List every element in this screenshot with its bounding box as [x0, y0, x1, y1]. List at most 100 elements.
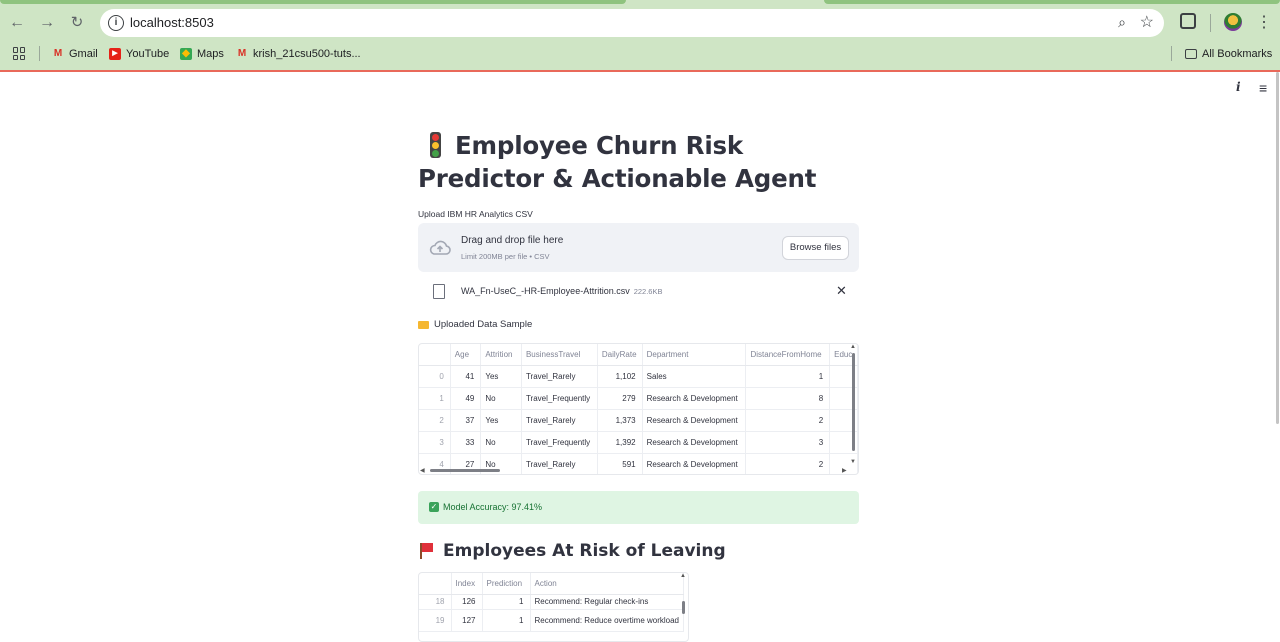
cell-daily-rate[interactable]: 1,373: [597, 409, 643, 432]
cell-department[interactable]: Research & Development: [642, 453, 747, 474]
cell-attrition[interactable]: No: [480, 387, 522, 410]
cell-department[interactable]: Research & Development: [642, 409, 747, 432]
row-index: 19: [419, 609, 452, 632]
scroll-left-arrow-icon[interactable]: ◀: [420, 467, 425, 474]
cell-distance[interactable]: 2: [745, 453, 831, 474]
column-header[interactable]: BusinessTravel: [521, 344, 598, 366]
column-header[interactable]: Prediction: [482, 573, 531, 595]
app-menu-icon[interactable]: ≡: [1259, 80, 1267, 96]
scroll-up-arrow-icon[interactable]: ▲: [680, 573, 686, 579]
zoom-icon[interactable]: ⌕: [1118, 14, 1126, 31]
table-horizontal-scrollbar[interactable]: [430, 469, 500, 472]
table-header-row: Index Prediction Action: [419, 573, 685, 595]
cell-business-travel[interactable]: Travel_Frequently: [521, 387, 598, 410]
cell-action[interactable]: Recommend: Reduce overtime workload: [530, 609, 685, 632]
cell-daily-rate[interactable]: 1,392: [597, 431, 643, 454]
address-bar[interactable]: i localhost:8503 ⌕ ☆: [100, 9, 1164, 37]
column-header[interactable]: Age: [450, 344, 482, 366]
red-flag-icon: [418, 542, 434, 560]
forward-icon[interactable]: →: [37, 13, 57, 33]
folder-icon: [1185, 49, 1197, 59]
gmail-icon: M: [237, 48, 247, 59]
column-header[interactable]: Attrition: [480, 344, 522, 366]
bookmark-maps[interactable]: ◆ Maps: [180, 46, 224, 62]
cell-distance[interactable]: 3: [745, 431, 831, 454]
info-icon[interactable]: i: [1236, 80, 1241, 94]
cell-business-travel[interactable]: Travel_Rarely: [521, 365, 598, 388]
column-header[interactable]: DailyRate: [597, 344, 643, 366]
column-header[interactable]: Department: [642, 344, 747, 366]
column-header[interactable]: Index: [451, 573, 483, 595]
bookmark-youtube[interactable]: ▶ YouTube: [109, 46, 169, 62]
column-header[interactable]: Action: [530, 573, 685, 595]
cell-department[interactable]: Research & Development: [642, 431, 747, 454]
toolbar-divider: [1210, 14, 1211, 32]
cell-daily-rate[interactable]: 1,102: [597, 365, 643, 388]
url-text[interactable]: localhost:8503: [130, 15, 214, 30]
cell-distance[interactable]: 8: [745, 387, 831, 410]
cell-prediction[interactable]: 1: [482, 594, 531, 610]
model-accuracy-alert: ✓ Model Accuracy: 97.41%: [418, 491, 859, 524]
page-scrollbar[interactable]: [1276, 72, 1279, 424]
cell-attrition[interactable]: Yes: [480, 409, 522, 432]
cell-attrition[interactable]: No: [480, 431, 522, 454]
apps-grid-icon[interactable]: [13, 47, 26, 60]
bookmark-gmail[interactable]: M Gmail: [52, 46, 98, 62]
table-row[interactable]: 18 126 1 Recommend: Regular check-ins: [419, 594, 685, 610]
cell-prediction[interactable]: 1: [482, 609, 531, 632]
scroll-right-arrow-icon[interactable]: ▶: [842, 467, 847, 474]
cell-distance[interactable]: 2: [745, 409, 831, 432]
cell-daily-rate[interactable]: 591: [597, 453, 643, 474]
cell-business-travel[interactable]: Travel_Rarely: [521, 453, 598, 474]
cell-daily-rate[interactable]: 279: [597, 387, 643, 410]
table-vertical-scrollbar[interactable]: [852, 353, 855, 451]
column-header[interactable]: [419, 573, 452, 595]
cell-department[interactable]: Sales: [642, 365, 747, 388]
column-header[interactable]: [419, 344, 451, 366]
profile-avatar[interactable]: [1224, 13, 1242, 31]
maps-icon: ◆: [180, 48, 192, 60]
column-header[interactable]: DistanceFromHome: [745, 344, 831, 366]
extensions-icon[interactable]: [1180, 13, 1196, 29]
risk-table-scrollbar[interactable]: [682, 601, 685, 614]
table-row[interactable]: 2 37 Yes Travel_Rarely 1,373 Research & …: [419, 409, 858, 432]
cell-age[interactable]: 33: [450, 431, 482, 454]
file-name: WA_Fn-UseC_-HR-Employee-Attrition.csv: [461, 286, 630, 296]
risk-grid: Index Prediction Action 18 126 1 Recomme…: [419, 573, 685, 632]
cell-business-travel[interactable]: Travel_Rarely: [521, 409, 598, 432]
cell-index[interactable]: 127: [451, 609, 483, 632]
reload-icon[interactable]: ↻: [67, 13, 87, 33]
cell-action[interactable]: Recommend: Regular check-ins: [530, 594, 685, 610]
remove-file-icon[interactable]: ✕: [836, 283, 847, 299]
scroll-up-arrow-icon[interactable]: ▲: [850, 344, 856, 350]
file-dropzone[interactable]: Drag and drop file here Limit 200MB per …: [418, 223, 859, 272]
cell-age[interactable]: 49: [450, 387, 482, 410]
table-row[interactable]: 3 33 No Travel_Frequently 1,392 Research…: [419, 431, 858, 454]
cell-distance[interactable]: 1: [745, 365, 831, 388]
check-icon: ✓: [429, 502, 439, 512]
browser-menu-icon[interactable]: ⋮: [1256, 12, 1272, 32]
risk-heading-text: Employees At Risk of Leaving: [443, 541, 726, 561]
scroll-down-arrow-icon[interactable]: ▼: [850, 459, 856, 465]
table-row[interactable]: 0 41 Yes Travel_Rarely 1,102 Sales 1: [419, 365, 858, 388]
bookmark-star-icon[interactable]: ☆: [1140, 12, 1154, 32]
back-icon[interactable]: ←: [7, 13, 27, 33]
bookmark-label: Maps: [197, 48, 224, 60]
cell-attrition[interactable]: Yes: [480, 365, 522, 388]
site-info-icon[interactable]: i: [108, 15, 124, 31]
cell-age[interactable]: 41: [450, 365, 482, 388]
bookmarks-divider: [39, 46, 40, 61]
uploader-label: Upload IBM HR Analytics CSV: [418, 209, 533, 219]
all-bookmarks-button[interactable]: All Bookmarks: [1185, 46, 1272, 62]
cell-department[interactable]: Research & Development: [642, 387, 747, 410]
cell-index[interactable]: 126: [451, 594, 483, 610]
risk-table[interactable]: Index Prediction Action 18 126 1 Recomme…: [418, 572, 689, 642]
browse-files-button[interactable]: Browse files: [782, 236, 849, 260]
cell-business-travel[interactable]: Travel_Frequently: [521, 431, 598, 454]
cell-age[interactable]: 37: [450, 409, 482, 432]
table-row[interactable]: 1 49 No Travel_Frequently 279 Research &…: [419, 387, 858, 410]
table-row[interactable]: 19 127 1 Recommend: Reduce overtime work…: [419, 609, 685, 632]
data-sample-table[interactable]: Age Attrition BusinessTravel DailyRate D…: [418, 343, 859, 475]
bookmark-krish[interactable]: M krish_21csu500-tuts...: [236, 46, 361, 62]
youtube-icon: ▶: [109, 48, 121, 60]
